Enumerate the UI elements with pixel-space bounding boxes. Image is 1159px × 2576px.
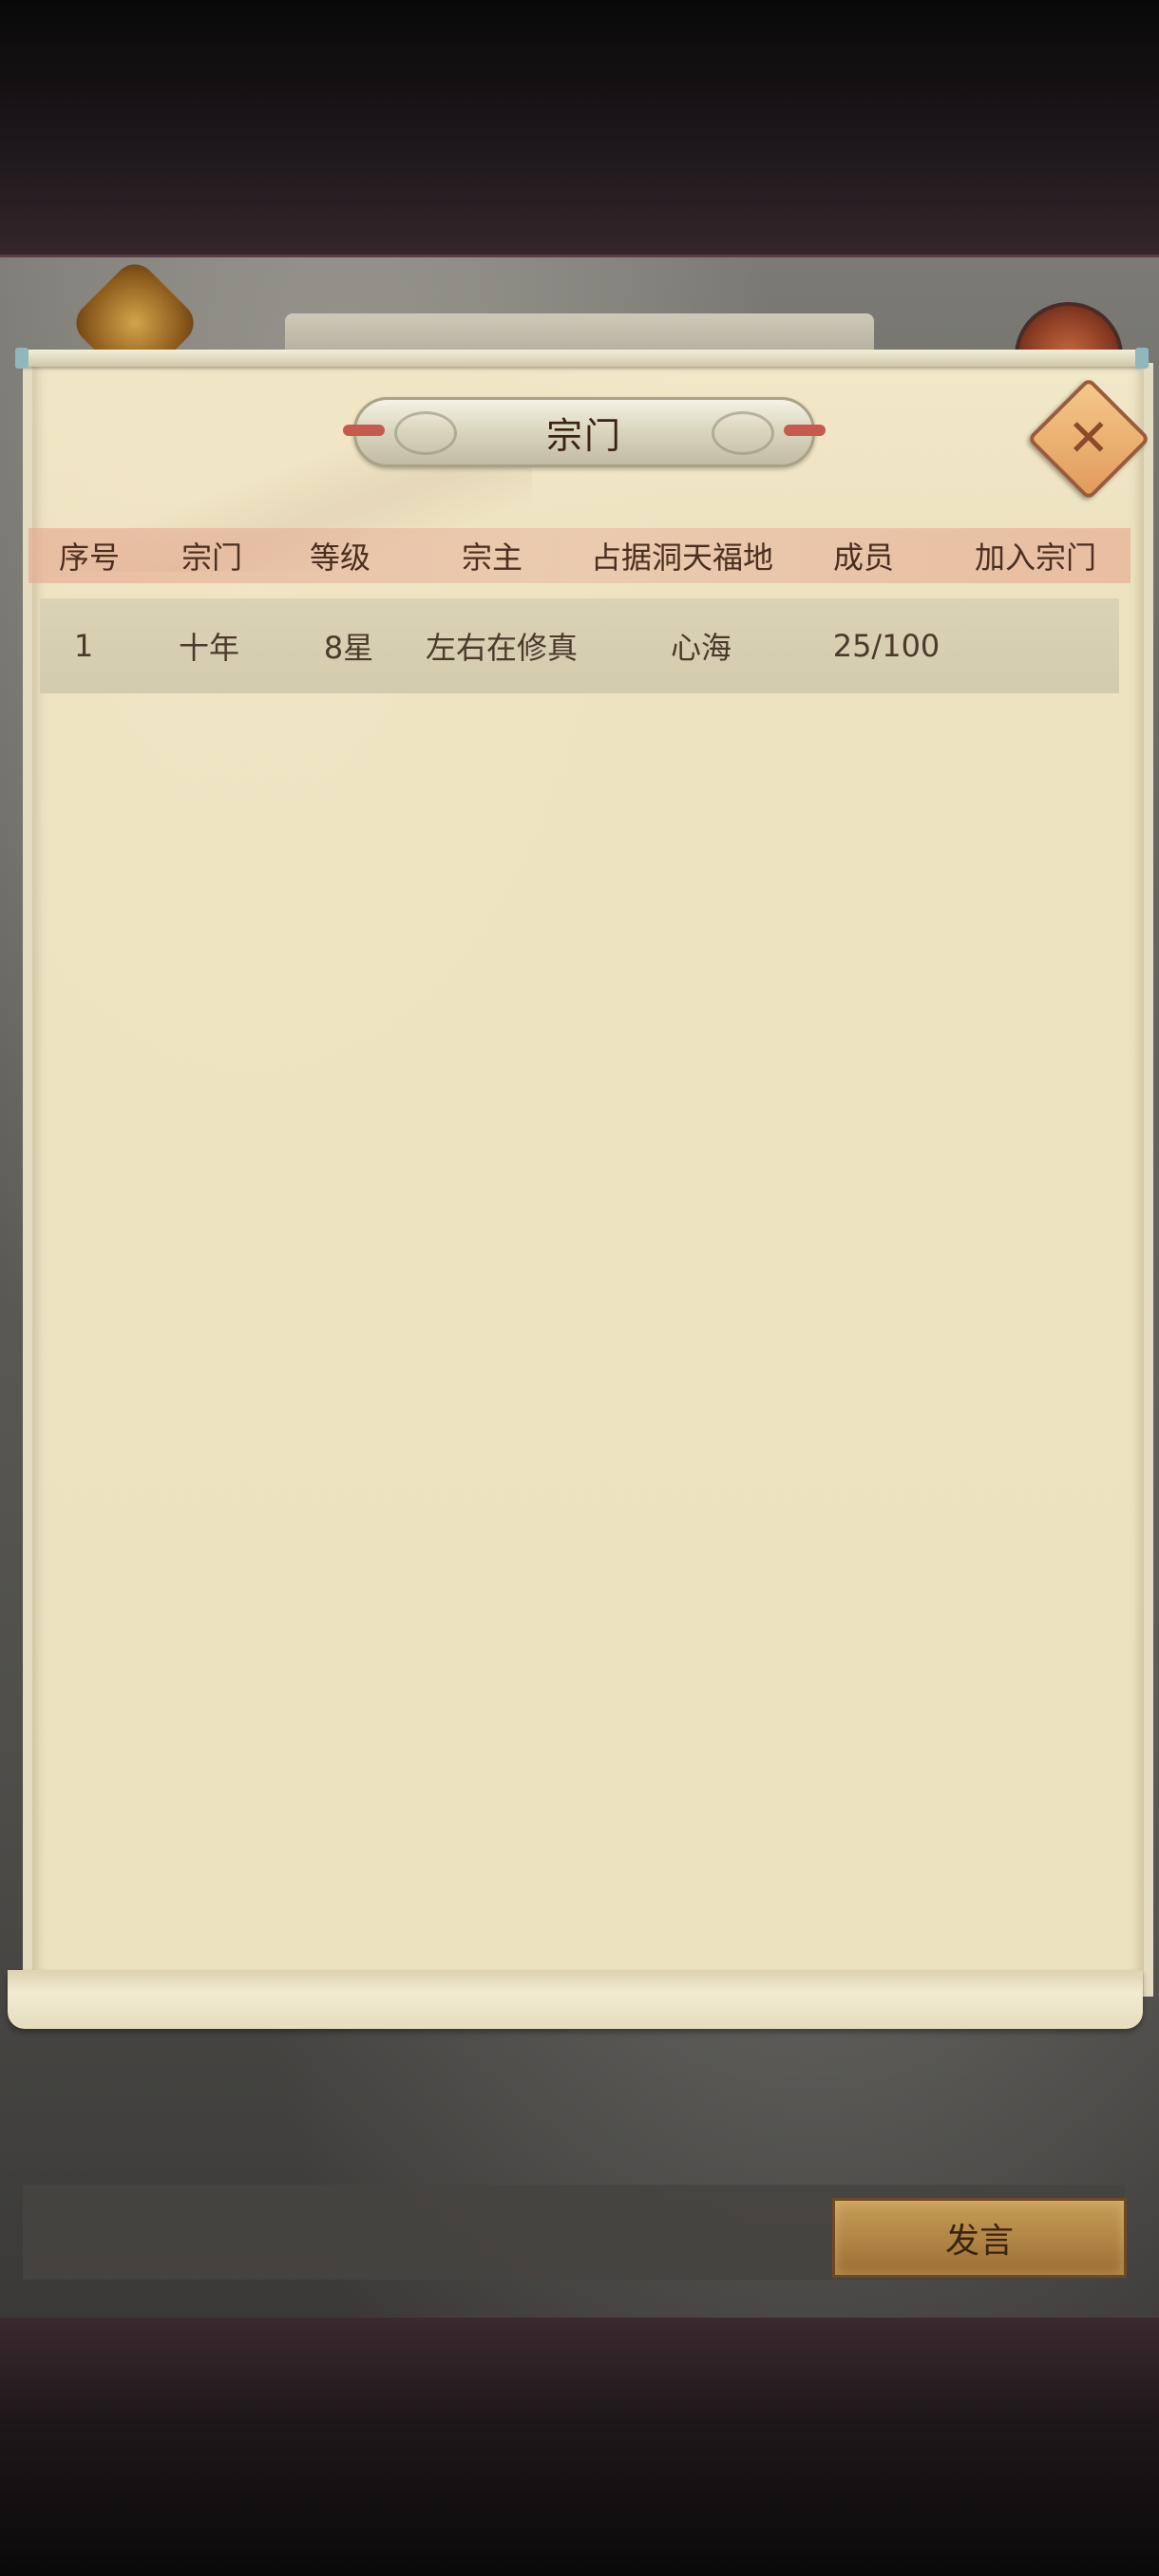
scroll-top-rod [15, 348, 1149, 369]
header-territory: 占据洞天福地 [590, 540, 773, 576]
bottom-bar [0, 2318, 1159, 2576]
header-leader: 宗主 [461, 540, 522, 576]
cell-members: 25/100 [832, 628, 940, 664]
cell-territory: 心海 [670, 630, 732, 666]
table-header: 序号 宗门 等级 宗主 占据洞天福地 成员 加入宗门 [28, 528, 1130, 583]
dialog-title: 宗门 [545, 414, 622, 457]
header-join: 加入宗门 [974, 540, 1096, 576]
speak-button-label: 发言 [944, 2222, 1014, 2261]
cell-join[interactable] [967, 598, 1119, 693]
top-bar [0, 0, 1159, 256]
scroll-bottom-roll [8, 1970, 1143, 2029]
title-knot-left-icon [343, 425, 385, 436]
header-level: 等级 [309, 540, 370, 576]
game-screen: 宗门 ✕ 序号 宗门 等级 宗主 占据洞天福地 成员 加入宗门 1 十年 8星 … [0, 0, 1159, 2576]
cloud-swirl-right-icon [712, 411, 774, 455]
chat-input[interactable] [25, 2187, 826, 2280]
table-row[interactable]: 1 十年 8星 左右在修真 心海 25/100 [40, 598, 1119, 693]
cloud-swirl-left-icon [394, 411, 457, 455]
cell-level: 8星 [323, 630, 374, 666]
close-icon: ✕ [1067, 408, 1111, 468]
title-knot-right-icon [784, 425, 826, 436]
dialog-title-plaque: 宗门 [343, 397, 826, 467]
header-index: 序号 [58, 540, 120, 576]
header-members: 成员 [832, 540, 894, 576]
cell-leader: 左右在修真 [425, 630, 578, 666]
cell-sect: 十年 [178, 630, 239, 666]
header-sect: 宗门 [180, 540, 242, 576]
cell-index: 1 [73, 628, 94, 664]
speak-button[interactable]: 发言 [832, 2198, 1127, 2278]
